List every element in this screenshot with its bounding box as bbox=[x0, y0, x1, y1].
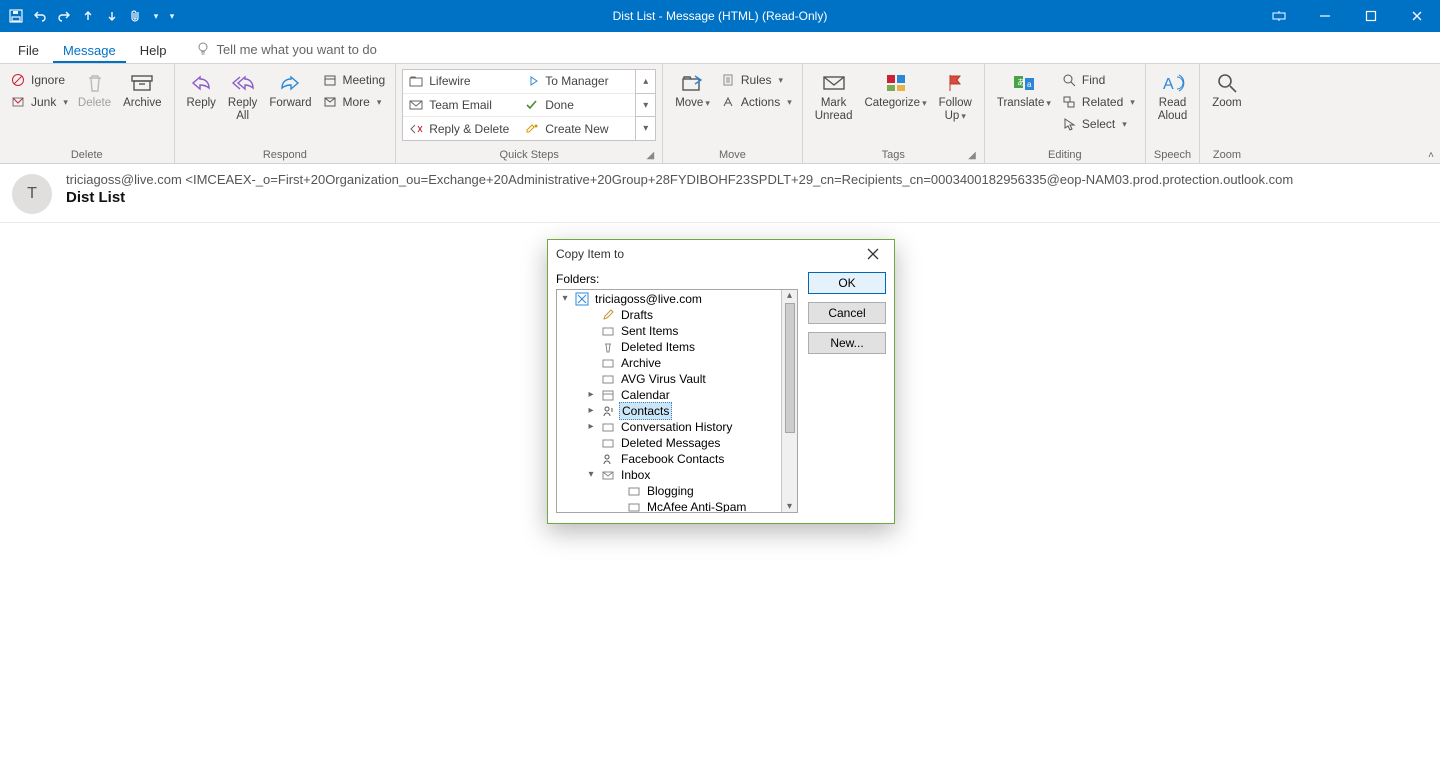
scroll-thumb[interactable] bbox=[785, 303, 795, 433]
modal-overlay: Copy Item to Folders: ▾triciagoss@live.c… bbox=[0, 0, 1440, 780]
tree-root[interactable]: ▾triciagoss@live.com bbox=[559, 291, 779, 307]
tree-conversation-history[interactable]: ▸Conversation History bbox=[585, 419, 779, 435]
folder-tree[interactable]: ▾triciagoss@live.com Drafts Sent Items D… bbox=[556, 289, 798, 513]
copy-item-dialog: Copy Item to Folders: ▾triciagoss@live.c… bbox=[547, 239, 895, 524]
tree-facebook-contacts[interactable]: Facebook Contacts bbox=[585, 451, 779, 467]
scroll-up-icon[interactable]: ▴ bbox=[787, 290, 792, 301]
trash-icon bbox=[600, 339, 616, 355]
chevron-down-icon[interactable]: ▾ bbox=[559, 291, 571, 307]
contacts-icon bbox=[600, 451, 616, 467]
tree-archive[interactable]: Archive bbox=[585, 355, 779, 371]
tree-drafts[interactable]: Drafts bbox=[585, 307, 779, 323]
folder-icon bbox=[626, 483, 642, 499]
folder-icon bbox=[626, 499, 642, 512]
account-icon bbox=[574, 291, 590, 307]
tree-contacts[interactable]: ▸Contacts bbox=[585, 403, 779, 419]
new-button[interactable]: New... bbox=[808, 332, 886, 354]
chevron-right-icon[interactable]: ▸ bbox=[585, 419, 597, 435]
dialog-titlebar: Copy Item to bbox=[548, 240, 894, 268]
tree-calendar[interactable]: ▸Calendar bbox=[585, 387, 779, 403]
cancel-button[interactable]: Cancel bbox=[808, 302, 886, 324]
ok-button[interactable]: OK bbox=[808, 272, 886, 294]
folder-icon bbox=[600, 323, 616, 339]
tree-inbox[interactable]: ▾Inbox bbox=[585, 467, 779, 483]
chevron-right-icon[interactable]: ▸ bbox=[585, 403, 597, 419]
chevron-down-icon[interactable]: ▾ bbox=[585, 467, 597, 483]
dialog-title: Copy Item to bbox=[556, 247, 624, 261]
chevron-right-icon[interactable]: ▸ bbox=[585, 387, 597, 403]
inbox-icon bbox=[600, 467, 616, 483]
folder-icon bbox=[600, 371, 616, 387]
folder-icon bbox=[600, 435, 616, 451]
tree-deleted-items[interactable]: Deleted Items bbox=[585, 339, 779, 355]
tree-avg-virus-vault[interactable]: AVG Virus Vault bbox=[585, 371, 779, 387]
drafts-icon bbox=[600, 307, 616, 323]
scroll-down-icon[interactable]: ▾ bbox=[787, 501, 792, 512]
dialog-close-button[interactable] bbox=[860, 241, 886, 267]
tree-inbox-mcafee[interactable]: McAfee Anti-Spam bbox=[611, 499, 779, 512]
tree-scrollbar[interactable]: ▴ ▾ bbox=[781, 290, 797, 512]
tree-sent[interactable]: Sent Items bbox=[585, 323, 779, 339]
folder-icon bbox=[600, 419, 616, 435]
folders-label: Folders: bbox=[556, 272, 798, 289]
tree-inbox-blogging[interactable]: Blogging bbox=[611, 483, 779, 499]
calendar-icon bbox=[600, 387, 616, 403]
folder-icon bbox=[600, 355, 616, 371]
contacts-icon bbox=[600, 403, 616, 419]
tree-deleted-messages[interactable]: Deleted Messages bbox=[585, 435, 779, 451]
